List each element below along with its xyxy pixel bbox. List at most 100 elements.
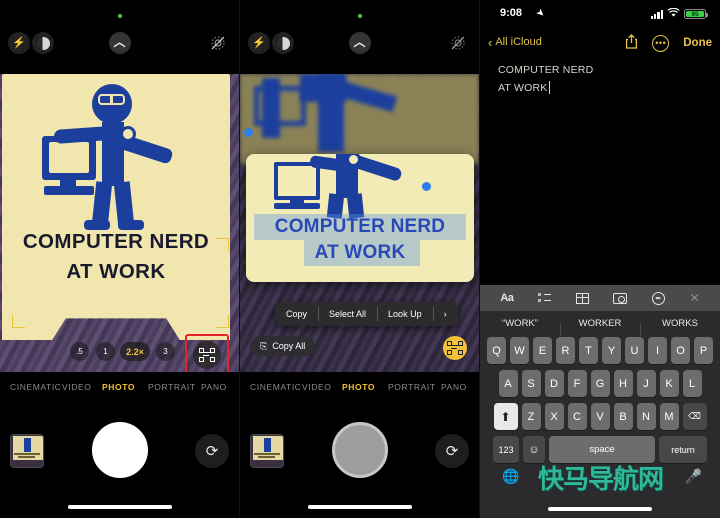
key-n[interactable]: N (636, 403, 656, 430)
context-menu-look-up[interactable]: Look Up (377, 302, 433, 326)
key-t[interactable]: T (579, 337, 598, 364)
key-d[interactable]: D (544, 370, 564, 397)
key-o[interactable]: O (671, 337, 690, 364)
mode-portrait[interactable]: PORTRAIT (388, 382, 436, 392)
key-w[interactable]: W (510, 337, 529, 364)
flip-camera-button[interactable]: ⟳ (435, 434, 469, 468)
camera-viewfinder-blurred[interactable]: COMPUTER NERD AT WORK Copy Select All Lo… (240, 74, 479, 372)
flash-icon[interactable]: ⚡ (248, 32, 270, 54)
camera-viewfinder[interactable]: COMPUTER NERD AT WORK .5 1 2.2× 3 (0, 74, 239, 372)
format-aa-icon[interactable]: Aa (500, 292, 514, 304)
backspace-key[interactable]: ⌫ (682, 403, 707, 430)
key-f[interactable]: F (567, 370, 587, 397)
text-detection-corner (12, 315, 25, 328)
shift-key[interactable]: ⬆ (493, 403, 518, 430)
mode-pano[interactable]: PANO (441, 382, 467, 392)
context-menu-copy[interactable]: Copy (275, 302, 318, 326)
mode-video[interactable]: VIDEO (62, 382, 91, 392)
suggestion-1[interactable]: “WORK” (480, 318, 560, 329)
note-text-area[interactable]: COMPUTER NERD AT WORK (498, 62, 708, 96)
microphone-icon[interactable]: 🎤 (685, 468, 702, 485)
key-i[interactable]: I (648, 337, 667, 364)
key-z[interactable]: Z (521, 403, 541, 430)
done-button[interactable]: Done (683, 37, 712, 49)
live-photo-off-icon[interactable] (207, 32, 229, 54)
last-photo-thumbnail[interactable] (250, 434, 284, 468)
text-caret (549, 81, 551, 94)
three-screenshot-panels: ⚡ ︿ COMPUTER NERD AT WORK .5 1 2.2× 3 CI… (0, 0, 720, 518)
key-j[interactable]: J (636, 370, 656, 397)
key-x[interactable]: X (544, 403, 564, 430)
zoom-chip-selected[interactable]: 2.2× (120, 342, 150, 361)
shutter-button[interactable] (91, 422, 148, 478)
flip-camera-button[interactable]: ⟳ (195, 434, 229, 468)
suggestion-2[interactable]: WORKER (560, 318, 640, 336)
mode-portrait[interactable]: PORTRAIT (148, 382, 196, 392)
key-a[interactable]: A (498, 370, 518, 397)
key-u[interactable]: U (625, 337, 644, 364)
mode-photo[interactable]: PHOTO (342, 382, 375, 392)
live-photo-off-icon[interactable] (447, 32, 469, 54)
mode-cinematic[interactable]: CINEMATIC (250, 382, 302, 392)
key-r[interactable]: R (556, 337, 575, 364)
return-key[interactable]: return (659, 436, 707, 463)
key-b[interactable]: B (613, 403, 633, 430)
mode-cinematic[interactable]: CINEMATIC (10, 382, 62, 392)
keyboard-row-3: ⬆ Z X C V B N M ⌫ (480, 403, 720, 430)
key-m[interactable]: M (659, 403, 679, 430)
zoom-chip-half[interactable]: .5 (70, 342, 89, 361)
more-ellipsis-icon[interactable]: ••• (652, 34, 670, 52)
camera-mode-selector[interactable]: CINEMATIC VIDEO PHOTO PORTRAIT PANO (0, 382, 239, 398)
globe-icon[interactable]: 🌐 (502, 468, 519, 485)
copy-all-button[interactable]: ⎘ Copy All (250, 336, 316, 356)
context-menu-more-chevron[interactable]: › (432, 302, 458, 326)
key-k[interactable]: K (659, 370, 679, 397)
selection-handle-end[interactable] (422, 182, 431, 191)
night-mode-icon[interactable] (272, 32, 294, 54)
suggestion-3[interactable]: WORKS (640, 318, 720, 336)
copy-icon: ⎘ (260, 340, 268, 351)
last-photo-thumbnail[interactable] (10, 434, 44, 468)
camera-icon[interactable] (613, 292, 628, 304)
zoom-chip-1x[interactable]: 1 (96, 342, 115, 361)
live-text-selection-screen: ⚡ ︿ COMPUTER NERD AT WORK Copy Select Al… (240, 0, 480, 518)
copy-all-label: Copy All (272, 341, 306, 351)
home-indicator (307, 505, 412, 509)
flash-icon[interactable]: ⚡ (8, 32, 30, 54)
chevron-up-icon[interactable]: ︿ (108, 32, 131, 54)
mode-photo[interactable]: PHOTO (102, 382, 135, 392)
zoom-chip-3x[interactable]: 3 (156, 342, 175, 361)
cellular-signal-icon (650, 9, 663, 19)
mode-pano[interactable]: PANO (201, 382, 227, 392)
shutter-button[interactable] (331, 422, 388, 478)
chevron-up-icon[interactable]: ︿ (348, 32, 371, 54)
context-menu-select-all[interactable]: Select All (318, 302, 377, 326)
camera-mode-selector[interactable]: CINEMATIC VIDEO PHOTO PORTRAIT PANO (240, 382, 479, 398)
checklist-icon[interactable] (538, 292, 552, 304)
key-e[interactable]: E (533, 337, 552, 364)
key-c[interactable]: C (567, 403, 587, 430)
mode-video[interactable]: VIDEO (302, 382, 331, 392)
key-v[interactable]: V (590, 403, 610, 430)
key-h[interactable]: H (613, 370, 633, 397)
close-icon[interactable]: ✕ (690, 291, 700, 305)
live-text-active-button[interactable] (443, 336, 467, 360)
night-mode-icon[interactable] (32, 32, 54, 54)
key-y[interactable]: Y (602, 337, 621, 364)
selected-text-line2[interactable]: AT WORK (246, 242, 474, 264)
location-arrow-icon: ➤ (533, 6, 547, 21)
key-q[interactable]: Q (487, 337, 506, 364)
back-to-all-icloud-button[interactable]: ‹ All iCloud (488, 36, 542, 49)
status-bar: 9:08 ➤ 95 (480, 0, 720, 26)
markup-pen-icon[interactable]: ✒ (651, 291, 665, 305)
key-l[interactable]: L (682, 370, 702, 397)
key-p[interactable]: P (694, 337, 713, 364)
table-icon[interactable] (575, 292, 589, 304)
selected-text-line1[interactable]: COMPUTER NERD (246, 216, 474, 238)
key-s[interactable]: S (521, 370, 541, 397)
share-icon[interactable] (625, 33, 638, 52)
text-context-menu[interactable]: Copy Select All Look Up › (275, 302, 458, 326)
selection-handle-start[interactable] (244, 128, 253, 137)
key-g[interactable]: G (590, 370, 610, 397)
numbers-key[interactable]: 123 (493, 436, 519, 463)
